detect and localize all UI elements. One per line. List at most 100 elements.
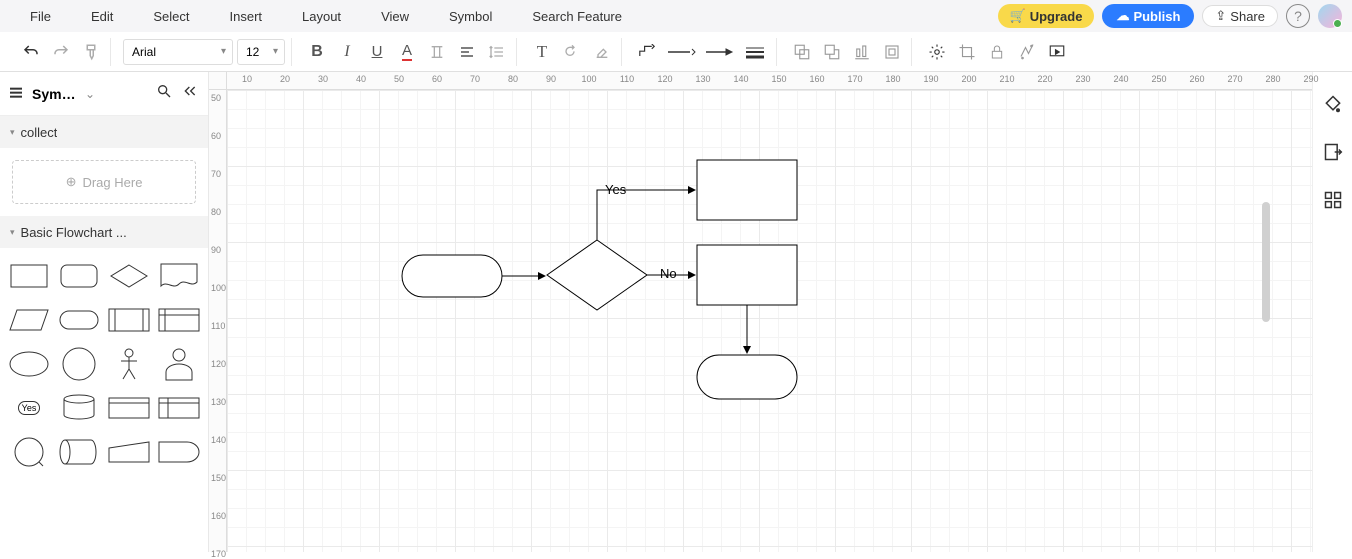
- node-end[interactable]: [697, 355, 797, 399]
- share-button[interactable]: ⇪ Share: [1202, 5, 1278, 27]
- fill-color-button[interactable]: [589, 39, 615, 65]
- collapse-sidebar-icon[interactable]: [180, 81, 200, 106]
- sidebar-title: Symbo...: [32, 86, 79, 102]
- edge-yes[interactable]: [597, 190, 695, 240]
- shape-user[interactable]: [156, 344, 202, 384]
- line-spacing-button[interactable]: [484, 39, 510, 65]
- node-decision[interactable]: [547, 240, 647, 310]
- node-process-no[interactable]: [697, 245, 797, 305]
- shape-manual-input[interactable]: [106, 432, 152, 472]
- highlight-button[interactable]: [424, 39, 450, 65]
- settings-button[interactable]: [1014, 39, 1040, 65]
- ruler-h-tick: 180: [885, 74, 900, 84]
- line-weight-button[interactable]: [740, 39, 770, 65]
- menu-symbol[interactable]: Symbol: [429, 9, 512, 24]
- shape-rectangle[interactable]: [6, 256, 52, 296]
- shape-predefined[interactable]: [106, 300, 152, 340]
- menu-search-feature[interactable]: Search Feature: [512, 9, 642, 24]
- italic-button[interactable]: I: [334, 39, 360, 65]
- section-collect[interactable]: ▾ collect: [0, 116, 208, 148]
- shape-yes-badge[interactable]: Yes: [6, 388, 52, 428]
- ruler-h-tick: 50: [394, 74, 404, 84]
- undo-button[interactable]: [18, 39, 44, 65]
- vertical-scrollbar[interactable]: [1262, 202, 1270, 322]
- section-basic-label: Basic Flowchart ...: [21, 225, 127, 240]
- ruler-h-tick: 60: [432, 74, 442, 84]
- align-objects-button[interactable]: [849, 39, 875, 65]
- share-label: Share: [1230, 9, 1265, 24]
- menu-view[interactable]: View: [361, 9, 429, 24]
- shape-actor[interactable]: [106, 344, 152, 384]
- menu-select[interactable]: Select: [133, 9, 209, 24]
- avatar[interactable]: [1318, 4, 1342, 28]
- arrow-style-button[interactable]: [702, 39, 736, 65]
- canvas[interactable]: Yes No: [227, 90, 1312, 552]
- ruler-h-tick: 230: [1075, 74, 1090, 84]
- shape-connector-circle[interactable]: [6, 432, 52, 472]
- fill-panel-icon[interactable]: [1321, 92, 1345, 116]
- edge-label-no[interactable]: No: [660, 266, 677, 281]
- ruler-h-tick: 210: [999, 74, 1014, 84]
- node-process-yes[interactable]: [697, 160, 797, 220]
- shape-terminator[interactable]: [56, 300, 102, 340]
- grid-panel-icon[interactable]: [1321, 188, 1345, 212]
- bold-button[interactable]: B: [304, 39, 330, 65]
- font-color-button[interactable]: A: [394, 39, 420, 65]
- ruler-v-tick: 150: [211, 473, 226, 483]
- upgrade-button[interactable]: 🛒 Upgrade: [998, 4, 1095, 28]
- ruler-h-tick: 140: [733, 74, 748, 84]
- share-icon: ⇪: [1215, 8, 1226, 24]
- lock-button[interactable]: [984, 39, 1010, 65]
- triangle-down-icon: ▾: [10, 227, 15, 238]
- shape-rotate-button[interactable]: [559, 39, 585, 65]
- group-button[interactable]: [879, 39, 905, 65]
- drag-here-target[interactable]: ⊕ Drag Here: [12, 160, 196, 204]
- publish-button[interactable]: ☁ Publish: [1102, 4, 1194, 28]
- ruler-h-tick: 90: [546, 74, 556, 84]
- format-painter-button[interactable]: [78, 39, 104, 65]
- shape-ellipse[interactable]: [6, 344, 52, 384]
- menu-layout[interactable]: Layout: [282, 9, 361, 24]
- edge-label-yes[interactable]: Yes: [605, 182, 626, 197]
- export-panel-icon[interactable]: [1321, 140, 1345, 164]
- shape-document[interactable]: [156, 256, 202, 296]
- crop-button[interactable]: [954, 39, 980, 65]
- plus-circle-icon: ⊕: [66, 174, 77, 190]
- shape-card[interactable]: [106, 388, 152, 428]
- ruler-h-tick: 70: [470, 74, 480, 84]
- shape-parallelogram[interactable]: [6, 300, 52, 340]
- shape-internal-storage[interactable]: [156, 300, 202, 340]
- presentation-button[interactable]: [1044, 39, 1070, 65]
- shape-table[interactable]: [156, 388, 202, 428]
- triangle-down-icon: ▾: [10, 127, 15, 138]
- bring-front-button[interactable]: [819, 39, 845, 65]
- shape-cylinder-v[interactable]: [56, 388, 102, 428]
- underline-button[interactable]: U: [364, 39, 390, 65]
- node-start[interactable]: [402, 255, 502, 297]
- menu-edit[interactable]: Edit: [71, 9, 133, 24]
- help-button[interactable]: ?: [1286, 4, 1310, 28]
- chevron-down-icon[interactable]: ⌄: [85, 87, 95, 101]
- shape-diamond[interactable]: [106, 256, 152, 296]
- ruler-horizontal[interactable]: 1020304050607080901001101201301401501601…: [227, 72, 1312, 90]
- redo-button[interactable]: [48, 39, 74, 65]
- effects-button[interactable]: [924, 39, 950, 65]
- font-size-value: 12: [246, 45, 259, 59]
- ruler-h-tick: 120: [657, 74, 672, 84]
- section-basic-flowchart[interactable]: ▾ Basic Flowchart ...: [0, 216, 208, 248]
- send-back-button[interactable]: [789, 39, 815, 65]
- menu-file[interactable]: File: [10, 9, 71, 24]
- shape-rounded-rect[interactable]: [56, 256, 102, 296]
- ruler-vertical[interactable]: 5060708090100110120130140150160170: [209, 90, 227, 552]
- shape-delay[interactable]: [156, 432, 202, 472]
- search-icon[interactable]: [154, 81, 174, 106]
- menu-insert[interactable]: Insert: [210, 9, 283, 24]
- shape-circle[interactable]: [56, 344, 102, 384]
- align-button[interactable]: [454, 39, 480, 65]
- text-tool-button[interactable]: T: [529, 39, 555, 65]
- connector-style-button[interactable]: [634, 39, 660, 65]
- shape-cylinder-h[interactable]: [56, 432, 102, 472]
- font-select[interactable]: Arial: [123, 39, 233, 65]
- font-size-select[interactable]: 12: [237, 39, 285, 65]
- line-style-button[interactable]: [664, 39, 698, 65]
